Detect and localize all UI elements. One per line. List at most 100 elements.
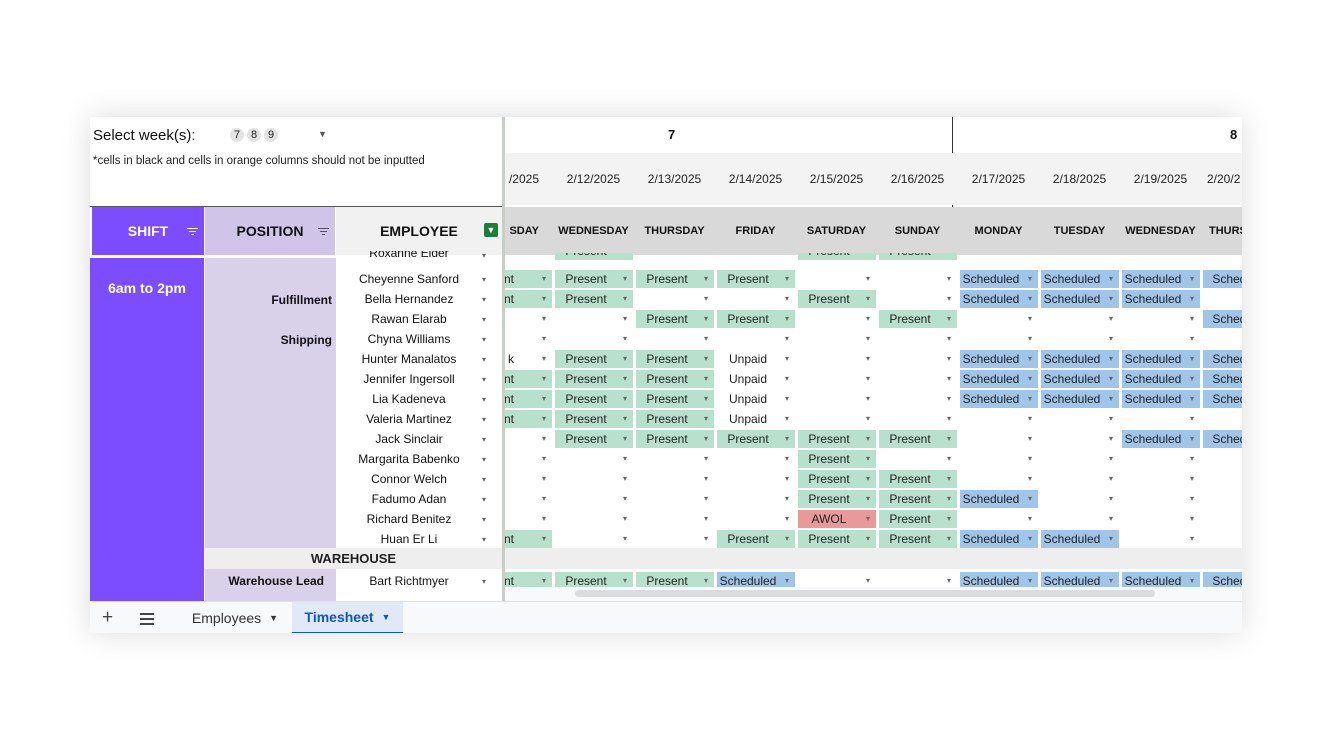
status-cell[interactable] xyxy=(1203,470,1242,488)
dropdown-caret-icon[interactable]: ▾ xyxy=(542,310,546,328)
dropdown-caret-icon[interactable]: ▾ xyxy=(1109,430,1113,448)
status-cell[interactable]: Scheduled ▾ xyxy=(1122,390,1200,408)
dropdown-caret-icon[interactable]: ▾ xyxy=(1109,510,1113,528)
status-cell[interactable]: Present ▾ xyxy=(798,470,876,488)
dropdown-caret-icon[interactable]: ▾ xyxy=(482,315,486,324)
dropdown-caret-icon[interactable]: ▾ xyxy=(704,450,708,468)
dropdown-caret-icon[interactable]: ▾ xyxy=(785,530,789,548)
status-cell[interactable]: ▾ xyxy=(1122,510,1200,528)
dropdown-caret-icon[interactable]: ▾ xyxy=(482,475,486,484)
employee-cell[interactable]: Roxanne Elder ▾ xyxy=(336,251,502,260)
dropdown-caret-icon[interactable]: ▾ xyxy=(947,510,951,528)
weekday-header[interactable]: TUESDAY xyxy=(1039,207,1120,255)
dropdown-caret-icon[interactable]: ▾ xyxy=(1028,310,1032,328)
dropdown-caret-icon[interactable]: ▾ xyxy=(1190,530,1194,548)
dropdown-caret-icon[interactable]: ▾ xyxy=(623,310,627,328)
dropdown-caret-icon[interactable]: ▾ xyxy=(947,490,951,508)
funnel-icon[interactable]: ▼ xyxy=(484,223,498,237)
weekday-header[interactable]: SATURDAY xyxy=(796,207,877,255)
dropdown-caret-icon[interactable]: ▾ xyxy=(1190,490,1194,508)
dropdown-caret-icon[interactable]: ▾ xyxy=(1190,510,1194,528)
dropdown-caret-icon[interactable]: ▾ xyxy=(785,470,789,488)
dropdown-caret-icon[interactable]: ▾ xyxy=(785,370,789,388)
status-cell[interactable] xyxy=(1203,410,1242,428)
dropdown-caret-icon[interactable]: ▾ xyxy=(785,390,789,408)
status-cell[interactable]: ent ▾ xyxy=(505,410,552,428)
week-chip[interactable]: 7 xyxy=(230,128,244,142)
weekday-header[interactable]: MONDAY xyxy=(958,207,1039,255)
employee-header[interactable]: EMPLOYEE ▼ xyxy=(336,207,502,255)
status-cell[interactable]: Present ▾ xyxy=(879,310,957,328)
status-cell[interactable]: ▾ xyxy=(1122,490,1200,508)
dropdown-caret-icon[interactable]: ▾ xyxy=(1190,270,1194,288)
status-cell[interactable]: ▾ xyxy=(960,410,1038,428)
dropdown-caret-icon[interactable]: ▾ xyxy=(623,410,627,428)
dropdown-caret-icon[interactable]: ▾ xyxy=(947,390,951,408)
chevron-down-icon[interactable]: ▼ xyxy=(382,612,391,622)
status-cell[interactable]: Scheduled ▾ xyxy=(960,530,1038,548)
dropdown-caret-icon[interactable]: ▾ xyxy=(704,310,708,328)
date-header[interactable]: 2/17/2025 xyxy=(958,153,1039,205)
dropdown-caret-icon[interactable]: ▾ xyxy=(947,530,951,548)
dropdown-caret-icon[interactable]: ▾ xyxy=(704,530,708,548)
add-sheet-icon[interactable]: + xyxy=(102,607,113,629)
dropdown-caret-icon[interactable]: ▾ xyxy=(482,535,486,544)
dropdown-caret-icon[interactable]: ▾ xyxy=(1190,290,1194,308)
date-header[interactable]: 2/15/2025 xyxy=(796,153,877,205)
dropdown-caret-icon[interactable]: ▾ xyxy=(1028,490,1032,508)
status-cell[interactable]: Present xyxy=(555,253,633,260)
status-cell[interactable]: ▾ xyxy=(798,270,876,288)
dropdown-caret-icon[interactable]: ▾ xyxy=(785,510,789,528)
status-cell[interactable]: ent ▾ xyxy=(505,290,552,308)
status-cell[interactable]: Present ▾ xyxy=(636,310,714,328)
status-cell[interactable]: ▾ xyxy=(879,330,957,348)
dropdown-caret-icon[interactable]: ▾ xyxy=(1028,430,1032,448)
dropdown-caret-icon[interactable]: ▾ xyxy=(866,490,870,508)
status-cell[interactable]: Scheduled ▾ xyxy=(1041,270,1119,288)
dropdown-caret-icon[interactable]: ▾ xyxy=(1109,330,1113,348)
status-cell[interactable]: ▾ xyxy=(879,370,957,388)
dropdown-caret-icon[interactable]: ▾ xyxy=(482,415,486,424)
dropdown-caret-icon[interactable]: ▾ xyxy=(623,290,627,308)
status-cell[interactable]: ▾ xyxy=(1041,470,1119,488)
status-cell[interactable]: Unpaid ▾ xyxy=(717,390,795,408)
status-cell[interactable]: ▾ xyxy=(1122,330,1200,348)
scrollbar-thumb[interactable] xyxy=(575,590,1155,597)
status-cell[interactable]: Present ▾ xyxy=(636,430,714,448)
employee-cell[interactable]: Lia Kadeneva ▾ xyxy=(336,389,502,409)
dropdown-caret-icon[interactable]: ▾ xyxy=(785,330,789,348)
dropdown-caret-icon[interactable]: ▾ xyxy=(866,310,870,328)
dropdown-caret-icon[interactable]: ▾ xyxy=(542,470,546,488)
status-cell[interactable]: Scheduled ▾ xyxy=(1041,290,1119,308)
dropdown-caret-icon[interactable]: ▾ xyxy=(947,330,951,348)
weekday-header[interactable]: THURS xyxy=(1201,207,1242,255)
status-cell[interactable]: ▾ xyxy=(798,350,876,368)
dropdown-caret-icon[interactable]: ▾ xyxy=(1028,350,1032,368)
status-cell[interactable]: ▾ xyxy=(505,470,552,488)
dropdown-caret-icon[interactable]: ▾ xyxy=(785,310,789,328)
dropdown-caret-icon[interactable]: ▾ xyxy=(866,530,870,548)
status-cell[interactable]: Present ▾ xyxy=(636,390,714,408)
dropdown-caret-icon[interactable]: ▾ xyxy=(785,350,789,368)
employee-cell[interactable]: Margarita Babenko ▾ xyxy=(336,449,502,469)
employee-cell[interactable]: Chyna Williams ▾ xyxy=(336,329,502,349)
status-cell[interactable]: ▾ xyxy=(555,490,633,508)
weekday-header[interactable]: SDAY xyxy=(505,207,553,255)
status-cell[interactable]: ▾ xyxy=(1041,490,1119,508)
dropdown-caret-icon[interactable]: ▾ xyxy=(866,410,870,428)
dropdown-caret-icon[interactable]: ▾ xyxy=(482,435,486,444)
status-cell[interactable]: ▾ xyxy=(1041,310,1119,328)
date-header[interactable]: 2/12/2025 xyxy=(553,153,634,205)
status-cell[interactable]: ▾ xyxy=(1041,510,1119,528)
employee-cell[interactable]: Fadumo Adan ▾ xyxy=(336,489,502,509)
status-cell[interactable]: ▾ xyxy=(555,310,633,328)
dropdown-caret-icon[interactable]: ▾ xyxy=(623,530,627,548)
dropdown-caret-icon[interactable]: ▾ xyxy=(866,330,870,348)
dropdown-caret-icon[interactable]: ▾ xyxy=(1109,530,1113,548)
dropdown-caret-icon[interactable]: ▾ xyxy=(866,450,870,468)
dropdown-caret-icon[interactable]: ▾ xyxy=(1190,310,1194,328)
status-cell[interactable]: ▾ xyxy=(1122,310,1200,328)
employee-cell[interactable]: Richard Benitez ▾ xyxy=(336,509,502,529)
status-cell[interactable]: Scheduled ▾ xyxy=(960,390,1038,408)
dropdown-caret-icon[interactable]: ▾ xyxy=(947,430,951,448)
